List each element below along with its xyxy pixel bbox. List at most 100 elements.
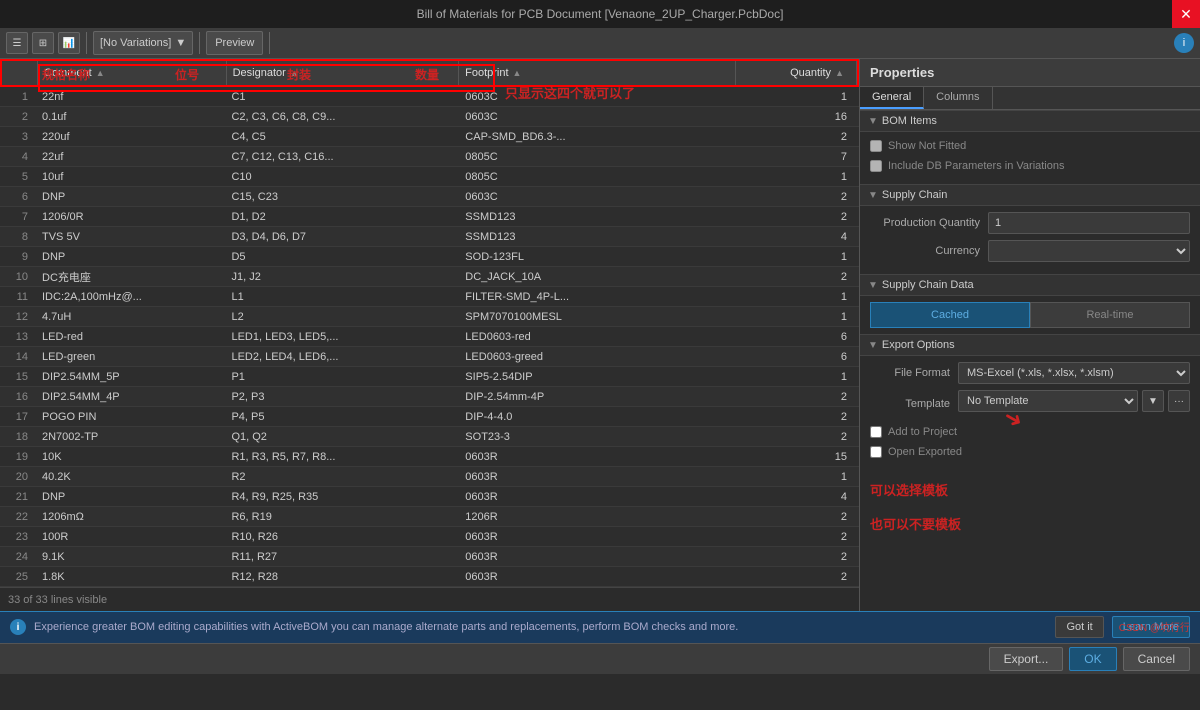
table-row[interactable]: 15 DIP2.54MM_5P P1 SIP5-2.54DIP 1 [0, 367, 859, 387]
cell-quantity: 2 [737, 431, 859, 443]
cell-footprint: 0805C [459, 151, 737, 163]
table-row[interactable]: 7 1206/0R D1, D2 SSMD123 2 [0, 207, 859, 227]
open-exported-checkbox[interactable] [870, 446, 882, 458]
cell-designator: LED1, LED3, LED5,... [225, 331, 459, 343]
table-header: Comment ▲ Designator ▲ Footprint ▲ Quant… [0, 59, 859, 87]
table-row[interactable]: 20 40.2K R2 0603R 1 [0, 467, 859, 487]
table-row[interactable]: 19 10K R1, R3, R5, R7, R8... 0603R 15 [0, 447, 859, 467]
show-not-fitted-checkbox[interactable] [870, 140, 882, 152]
got-it-button[interactable]: Got it [1055, 616, 1103, 638]
panel-header: Properties [860, 59, 1200, 87]
export-options-content: File Format MS-Excel (*.xls, *.xlsx, *.x… [860, 356, 1200, 470]
learn-more-button[interactable]: Learn More [1112, 616, 1190, 638]
table-row[interactable]: 25 1.8K R12, R28 0603R 2 [0, 567, 859, 587]
table-row[interactable]: 6 DNP C15, C23 0603C 2 [0, 187, 859, 207]
cell-comment: LED-red [36, 331, 225, 343]
cell-designator: L2 [225, 311, 459, 323]
cell-designator: Q1, Q2 [225, 431, 459, 443]
cell-num: 16 [0, 391, 36, 403]
table-row[interactable]: 22 1206mΩ R6, R19 1206R 2 [0, 507, 859, 527]
cell-comment: DNP [36, 191, 225, 203]
cell-footprint: LED0603-red [459, 331, 737, 343]
cell-designator: R2 [225, 471, 459, 483]
table-row[interactable]: 16 DIP2.54MM_4P P2, P3 DIP-2.54mm-4P 2 [0, 387, 859, 407]
cell-designator: C1 [225, 91, 459, 103]
cell-quantity: 1 [737, 171, 859, 183]
tab-columns[interactable]: Columns [924, 87, 992, 109]
status-bar: 33 of 33 lines visible [0, 587, 859, 611]
bom-items-content: Show Not Fitted Include DB Parameters in… [860, 132, 1200, 184]
cell-quantity: 7 [737, 151, 859, 163]
cached-button[interactable]: Cached [870, 302, 1030, 328]
currency-row: Currency [870, 240, 1190, 262]
close-button[interactable]: ✕ [1172, 0, 1200, 28]
cell-quantity: 15 [737, 451, 859, 463]
table-row[interactable]: 2 0.1uf C2, C3, C6, C8, C9... 0603C 16 [0, 107, 859, 127]
cell-quantity: 2 [737, 391, 859, 403]
export-options-header: ▼ Export Options [860, 334, 1200, 356]
cell-quantity: 2 [737, 191, 859, 203]
menu-icon[interactable]: ☰ [6, 32, 28, 54]
include-db-params-checkbox[interactable] [870, 160, 882, 172]
info-icon-btn[interactable]: i [1174, 33, 1194, 53]
add-to-project-row: Add to Project [870, 424, 1190, 440]
preview-button[interactable]: Preview [206, 31, 263, 55]
cell-num: 6 [0, 191, 36, 203]
add-to-project-checkbox[interactable] [870, 426, 882, 438]
toolbar-icon-2[interactable]: 📊 [58, 32, 80, 54]
cell-quantity: 4 [737, 231, 859, 243]
table-row[interactable]: 5 10uf C10 0805C 1 [0, 167, 859, 187]
cell-comment: 1206/0R [36, 211, 225, 223]
table-row[interactable]: 24 9.1K R11, R27 0603R 2 [0, 547, 859, 567]
table-row[interactable]: 9 DNP D5 SOD-123FL 1 [0, 247, 859, 267]
toolbar-icon-1[interactable]: ⊞ [32, 32, 54, 54]
table-row[interactable]: 13 LED-red LED1, LED3, LED5,... LED0603-… [0, 327, 859, 347]
table-row[interactable]: 10 DC充电座 J1, J2 DC_JACK_10A 2 [0, 267, 859, 287]
cell-comment: LED-green [36, 351, 225, 363]
show-not-fitted-row: Show Not Fitted [870, 138, 1190, 154]
cell-quantity: 16 [737, 111, 859, 123]
table-row[interactable]: 11 IDC:2A,100mHz@... L1 FILTER-SMD_4P-L.… [0, 287, 859, 307]
cell-num: 8 [0, 231, 36, 243]
realtime-button[interactable]: Real-time [1030, 302, 1190, 328]
ok-button[interactable]: OK [1069, 647, 1116, 671]
col-comment-header[interactable]: Comment ▲ [38, 61, 227, 85]
template-select[interactable]: No Template [958, 390, 1138, 412]
template-more-btn[interactable]: ··· [1168, 390, 1190, 412]
template-row: Template No Template ▼ ··· [870, 390, 1190, 418]
table-row[interactable]: 4 22uf C7, C12, C13, C16... 0805C 7 [0, 147, 859, 167]
table-row[interactable]: 12 4.7uH L2 SPM7070100MESL 1 [0, 307, 859, 327]
table-row[interactable]: 21 DNP R4, R9, R25, R35 0603R 4 [0, 487, 859, 507]
col-quantity-header[interactable]: Quantity ▲ [736, 61, 857, 85]
cancel-button[interactable]: Cancel [1123, 647, 1190, 671]
export-button[interactable]: Export... [989, 647, 1064, 671]
table-row[interactable]: 14 LED-green LED2, LED4, LED6,... LED060… [0, 347, 859, 367]
cell-quantity: 2 [737, 551, 859, 563]
tab-general[interactable]: General [860, 87, 924, 109]
cell-footprint: 0603R [459, 471, 737, 483]
table-row[interactable]: 17 POGO PIN P4, P5 DIP-4-4.0 2 [0, 407, 859, 427]
table-row[interactable]: 23 100R R10, R26 0603R 2 [0, 527, 859, 547]
col-footprint-header[interactable]: Footprint ▲ [459, 61, 735, 85]
production-qty-input[interactable] [988, 212, 1190, 234]
template-controls: No Template ▼ ··· [958, 390, 1190, 412]
cell-comment: 40.2K [36, 471, 225, 483]
table-row[interactable]: 3 220uf C4, C5 CAP-SMD_BD6.3-... 2 [0, 127, 859, 147]
annotation-cached: 可以选择模板 也可以不要模板 [860, 470, 1200, 543]
currency-select[interactable] [988, 240, 1190, 262]
variations-dropdown[interactable]: [No Variations] ▼ [93, 31, 193, 55]
col-designator-header[interactable]: Designator ▲ [227, 61, 460, 85]
cell-num: 11 [0, 291, 36, 303]
cell-comment: 1.8K [36, 571, 225, 583]
file-format-select[interactable]: MS-Excel (*.xls, *.xlsx, *.xlsm) [958, 362, 1190, 384]
table-row[interactable]: 8 TVS 5V D3, D4, D6, D7 SSMD123 4 [0, 227, 859, 247]
table-row[interactable]: 18 2N7002-TP Q1, Q2 SOT23-3 2 [0, 427, 859, 447]
cell-footprint: 0603R [459, 551, 737, 563]
cell-comment: DIP2.54MM_4P [36, 391, 225, 403]
template-dropdown-btn[interactable]: ▼ [1142, 390, 1164, 412]
table-body[interactable]: 1 22nf C1 0603C 1 2 0.1uf C2, C3, C6, C8… [0, 87, 859, 587]
cell-comment: DNP [36, 491, 225, 503]
toolbar-separator-3 [269, 32, 270, 54]
cell-num: 20 [0, 471, 36, 483]
table-row[interactable]: 1 22nf C1 0603C 1 [0, 87, 859, 107]
